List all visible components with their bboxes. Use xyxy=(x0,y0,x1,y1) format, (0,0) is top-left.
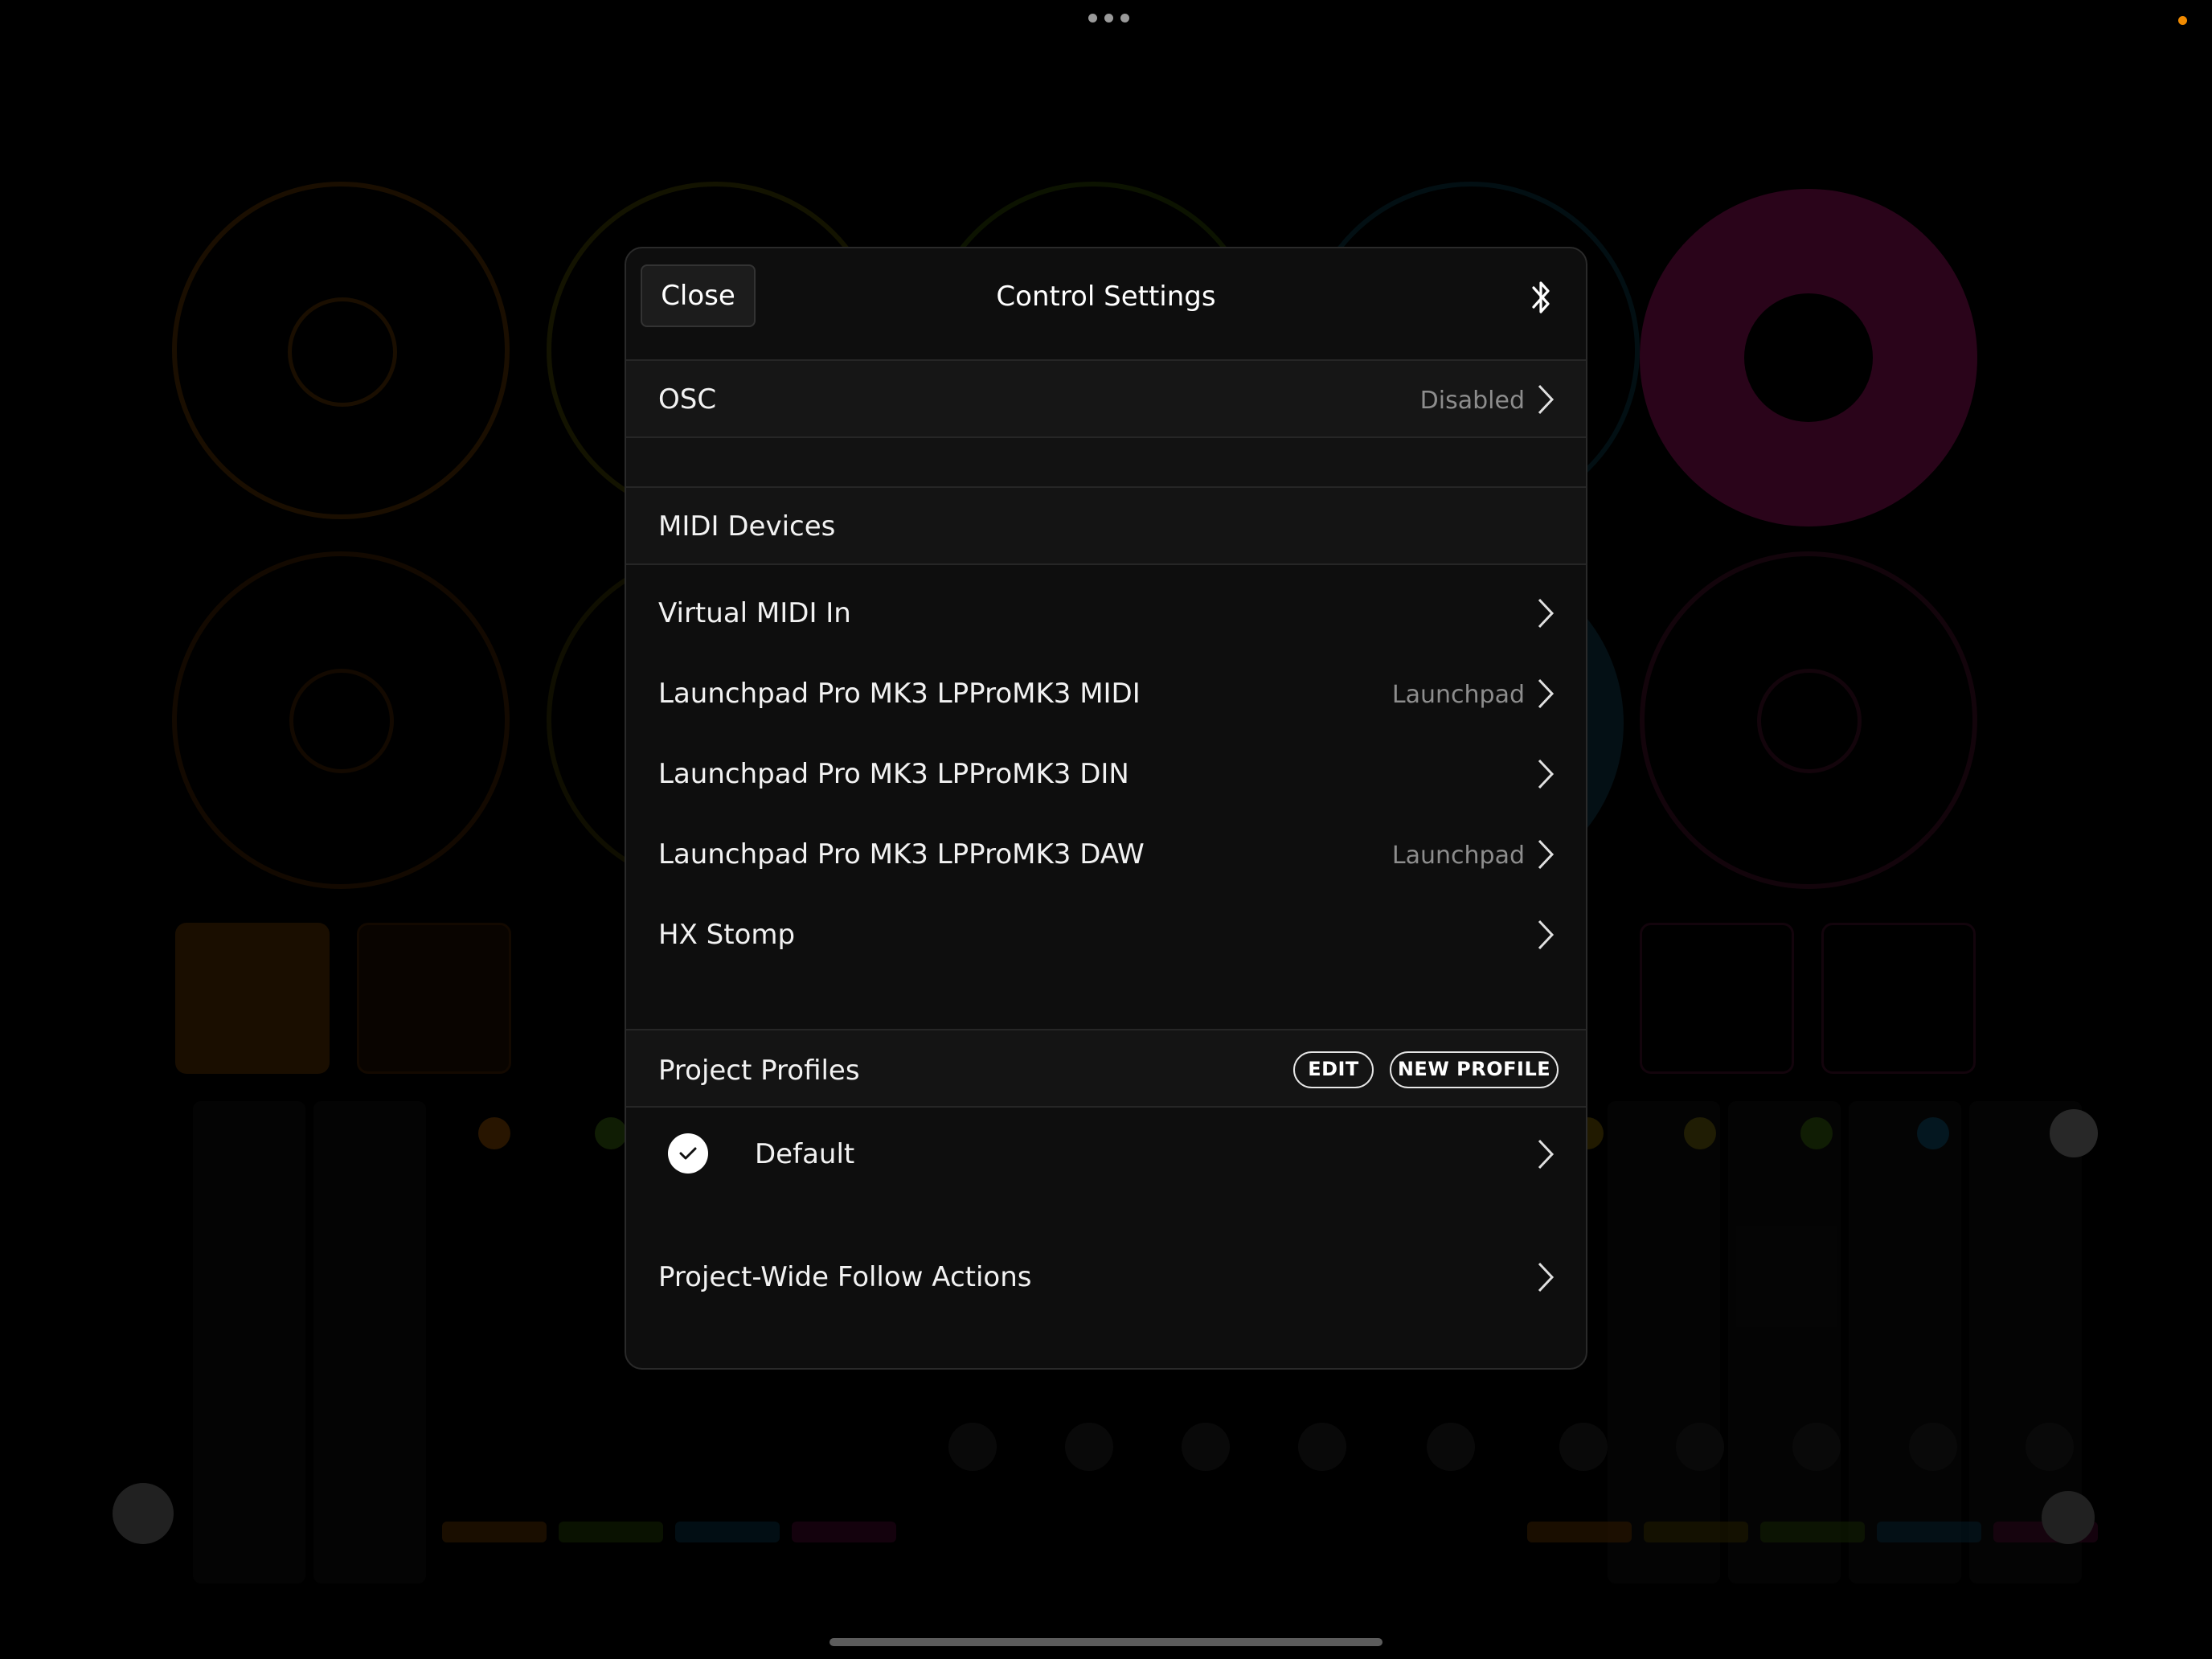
device-name: Virtual MIDI In xyxy=(658,597,851,629)
device-profile: Launchpad xyxy=(1391,681,1525,709)
bluetooth-icon[interactable] xyxy=(1530,277,1554,317)
selected-check-icon xyxy=(668,1133,708,1174)
chevron-right-icon xyxy=(1538,384,1555,415)
multitasking-dots[interactable] xyxy=(1088,14,1129,23)
dialog-title: Control Settings xyxy=(996,281,1216,313)
chevron-right-icon xyxy=(1538,839,1555,870)
chevron-right-icon xyxy=(1538,1262,1555,1292)
osc-status: Disabled xyxy=(1419,387,1525,415)
dialog-header: Close Control Settings xyxy=(626,248,1586,361)
control-settings-dialog: Close Control Settings OSC Disabled MIDI… xyxy=(625,247,1587,1370)
osc-label: OSC xyxy=(658,383,717,416)
chevron-right-icon xyxy=(1538,759,1555,789)
osc-row[interactable]: OSC Disabled xyxy=(626,361,1586,438)
device-profile: Launchpad xyxy=(1391,842,1525,870)
midi-devices-header: MIDI Devices xyxy=(626,488,1586,565)
midi-device-row[interactable]: Launchpad Pro MK3 LPProMK3 DIN xyxy=(626,734,1586,814)
follow-actions-row[interactable]: Project-Wide Follow Actions xyxy=(626,1237,1586,1317)
device-name: Launchpad Pro MK3 LPProMK3 DAW xyxy=(658,838,1145,870)
chevron-right-icon xyxy=(1538,678,1555,709)
new-profile-button[interactable]: NEW PROFILE xyxy=(1390,1051,1559,1088)
edit-button[interactable]: EDIT xyxy=(1293,1051,1374,1088)
device-name: Launchpad Pro MK3 LPProMK3 MIDI xyxy=(658,678,1141,710)
device-name: Launchpad Pro MK3 LPProMK3 DIN xyxy=(658,758,1129,790)
mic-indicator-dot xyxy=(2178,16,2187,25)
chevron-right-icon xyxy=(1538,598,1555,629)
midi-devices-title: MIDI Devices xyxy=(658,510,836,543)
profile-name: Default xyxy=(755,1138,855,1170)
midi-device-row[interactable]: Launchpad Pro MK3 LPProMK3 DAW Launchpad xyxy=(626,814,1586,895)
midi-device-row[interactable]: Launchpad Pro MK3 LPProMK3 MIDI Launchpa… xyxy=(626,653,1586,734)
home-indicator[interactable] xyxy=(830,1638,1382,1646)
project-profiles-header: Project Profiles EDIT NEW PROFILE xyxy=(626,1029,1586,1108)
section-spacer xyxy=(626,438,1586,488)
chevron-right-icon xyxy=(1538,1139,1555,1169)
follow-actions-label: Project-Wide Follow Actions xyxy=(658,1261,1032,1293)
project-profiles-title: Project Profiles xyxy=(658,1055,860,1087)
midi-device-row[interactable]: Virtual MIDI In xyxy=(626,573,1586,653)
chevron-right-icon xyxy=(1538,920,1555,950)
midi-device-row[interactable]: HX Stomp xyxy=(626,895,1586,975)
device-name: HX Stomp xyxy=(658,919,796,951)
profile-row-default[interactable]: Default xyxy=(626,1108,1586,1201)
